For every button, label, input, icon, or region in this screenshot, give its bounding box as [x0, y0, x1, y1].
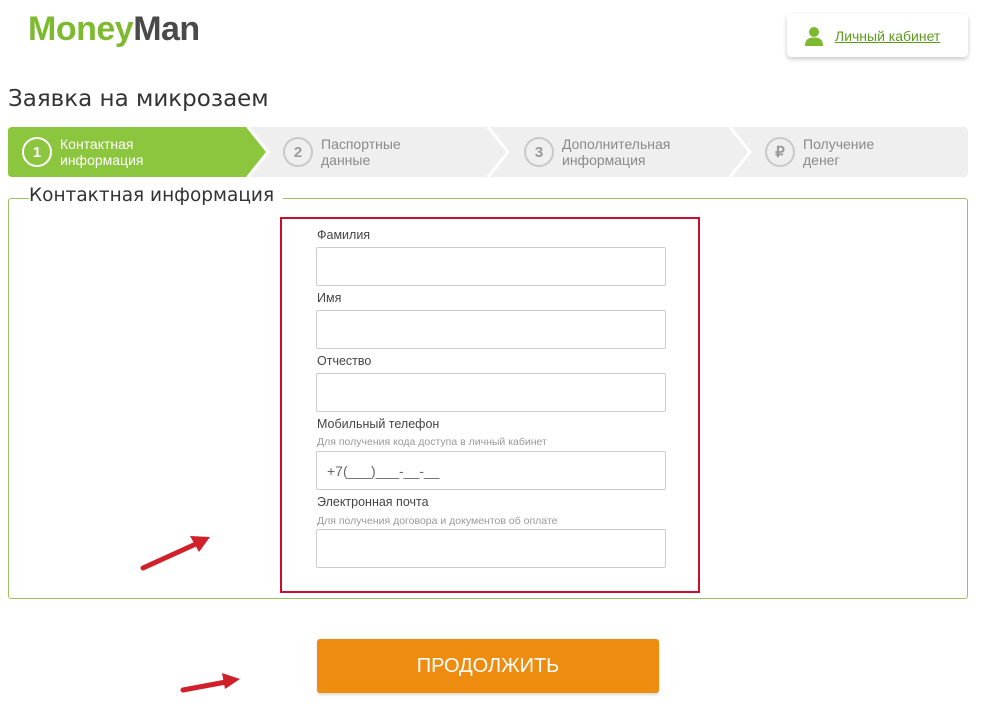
step-label: Контактная информация: [60, 136, 144, 168]
steps-progress: 1 Контактная информация 2 Паспортные дан…: [8, 127, 968, 177]
step-number: 1: [22, 137, 52, 167]
personal-account-button[interactable]: Личный кабинет: [787, 14, 968, 57]
step-number: 2: [283, 137, 313, 167]
page-title: Заявка на микрозаем: [8, 86, 269, 112]
continue-button[interactable]: ПРОДОЛЖИТЬ: [317, 639, 659, 693]
email-hint: Для получения договора и документов об о…: [317, 515, 558, 527]
logo-text-money: Money: [28, 10, 134, 48]
first-name-label: Имя: [317, 291, 342, 305]
fieldset-legend: Контактная информация: [29, 185, 284, 206]
step-receive-money: ₽ Получение денег: [765, 127, 874, 177]
step-number: 3: [524, 137, 554, 167]
phone-input[interactable]: [316, 451, 666, 490]
ruble-icon: ₽: [765, 137, 795, 167]
moneyman-logo[interactable]: MoneyMan: [28, 10, 200, 49]
logo-text-man: Man: [133, 10, 200, 48]
step-contact-info: 1 Контактная информация: [22, 127, 143, 177]
personal-account-link[interactable]: Личный кабинет: [835, 28, 940, 44]
phone-label: Мобильный телефон: [317, 417, 440, 431]
middle-name-input[interactable]: [316, 373, 666, 412]
email-input[interactable]: [316, 529, 666, 568]
phone-hint: Для получения кода доступа в личный каби…: [317, 436, 547, 448]
step-label: Дополнительная информация: [562, 136, 671, 168]
step-passport-data: 2 Паспортные данные: [283, 127, 401, 177]
step-additional-info: 3 Дополнительная информация: [524, 127, 670, 177]
email-label: Электронная почта: [317, 495, 429, 509]
user-icon: [804, 26, 824, 46]
last-name-label: Фамилия: [317, 228, 371, 242]
first-name-input[interactable]: [316, 310, 666, 349]
last-name-input[interactable]: [316, 247, 666, 286]
annotation-arrow-icon: [180, 673, 240, 693]
step-label: Паспортные данные: [321, 136, 401, 168]
middle-name-label: Отчество: [317, 354, 372, 368]
step-label: Получение денег: [803, 136, 875, 168]
annotation-arrow-icon: [140, 536, 210, 571]
